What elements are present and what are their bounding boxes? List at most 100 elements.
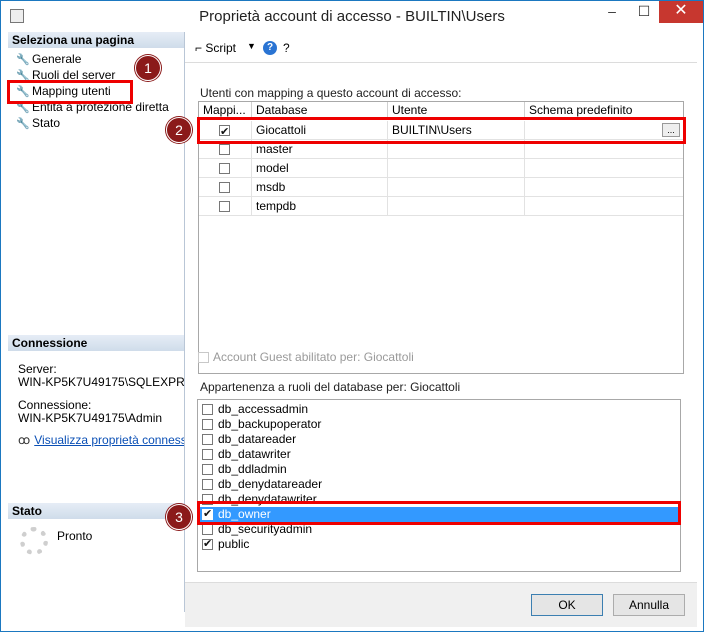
maximize-button[interactable]: ☐ (629, 1, 659, 23)
list-item[interactable]: db_backupoperator (200, 417, 678, 432)
list-item[interactable]: db_datareader (200, 432, 678, 447)
role-checkbox[interactable] (202, 449, 213, 460)
table-row[interactable]: master (199, 140, 683, 159)
role-checkbox[interactable] (202, 434, 213, 445)
role-name: db_securityadmin (218, 522, 313, 536)
view-connection-properties-link[interactable]: Visualizza proprietà connessior (34, 433, 184, 447)
browse-schema-button[interactable]: ... (662, 123, 680, 137)
status-header: Stato (8, 503, 184, 519)
guest-checkbox (198, 352, 209, 364)
role-name: db_owner (218, 507, 271, 521)
mapped-checkbox[interactable] (219, 144, 230, 155)
wrench-icon: 🔧 (16, 54, 30, 66)
wrench-icon: 🔧 (16, 70, 30, 82)
list-item-selected[interactable]: db_owner (200, 507, 678, 522)
user-cell[interactable]: BUILTIN\Users (388, 121, 525, 140)
database-cell: master (252, 140, 388, 159)
mapping-label: Utenti con mapping a questo account di a… (200, 86, 462, 100)
annotation-badge-3: 3 (166, 504, 192, 530)
dialog-button-bar: OK Annulla (185, 582, 697, 627)
database-role-list: db_accessadmin db_backupoperator db_data… (197, 399, 681, 572)
user-cell[interactable] (388, 178, 525, 197)
role-checkbox[interactable] (202, 494, 213, 505)
list-item[interactable]: db_denydatareader (200, 477, 678, 492)
role-checkbox[interactable] (202, 404, 213, 415)
table-row[interactable]: tempdb (199, 197, 683, 216)
script-dropdown-icon[interactable]: ▼ (247, 41, 256, 51)
database-cell: tempdb (252, 197, 388, 216)
mapped-cell (199, 178, 252, 197)
schema-cell[interactable]: ... (525, 121, 683, 140)
list-item[interactable]: public (200, 537, 678, 552)
help-icon[interactable]: ? (263, 41, 277, 55)
annotation-badge-1: 1 (135, 55, 161, 81)
minimize-button[interactable]: – (597, 1, 627, 23)
wrench-icon: 🔧 (16, 102, 30, 114)
role-checkbox[interactable] (202, 537, 213, 552)
sidebar-item-stato[interactable]: 🔧 Stato (16, 115, 60, 131)
role-checkbox[interactable] (202, 479, 213, 490)
schema-cell[interactable] (525, 140, 683, 159)
column-header-schema[interactable]: Schema predefinito (525, 102, 683, 118)
roles-label: Appartenenza a ruoli del database per: G… (200, 380, 461, 394)
status-value: Pronto (57, 529, 93, 543)
sidebar-item-label: Generale (32, 52, 82, 66)
sidebar-item-ruoli-server[interactable]: 🔧 Ruoli del server (16, 67, 115, 83)
column-header-user[interactable]: Utente (388, 102, 525, 118)
role-checkbox[interactable] (202, 524, 213, 535)
mapped-checkbox[interactable] (219, 182, 230, 193)
table-row[interactable]: Giocattoli BUILTIN\Users ... (199, 121, 683, 140)
schema-cell[interactable] (525, 159, 683, 178)
list-item[interactable]: db_securityadmin (200, 522, 678, 537)
mapped-cell (199, 121, 252, 140)
view-connection-properties[interactable]: ꝏ Visualizza proprietà connessior (18, 433, 184, 447)
database-cell: model (252, 159, 388, 178)
role-checkbox[interactable] (202, 507, 213, 522)
database-cell: Giocattoli (252, 121, 388, 140)
list-item[interactable]: db_ddladmin (200, 462, 678, 477)
sidebar-item-label: Stato (32, 116, 61, 130)
sidebar-item-mapping-utenti[interactable]: 🔧 Mapping utenti (16, 83, 111, 99)
role-name: public (218, 537, 250, 551)
guest-label: Account Guest abilitato per: Giocattoli (213, 350, 414, 364)
mapped-checkbox[interactable] (219, 123, 230, 139)
user-cell[interactable] (388, 197, 525, 216)
role-checkbox[interactable] (202, 419, 213, 430)
progress-spinner-icon (20, 527, 48, 555)
select-page-header: Seleziona una pagina (8, 32, 184, 48)
list-item[interactable]: db_denydatawriter (200, 492, 678, 507)
role-name: db_accessadmin (218, 402, 309, 416)
column-header-mapped[interactable]: Mappi... (199, 102, 252, 118)
connection-label: Connessione: (18, 398, 92, 412)
list-item[interactable]: db_datawriter (200, 447, 678, 462)
sidebar-item-generale[interactable]: 🔧 Generale (16, 51, 81, 67)
annotation-badge-2: 2 (166, 117, 192, 143)
connection-header: Connessione (8, 335, 184, 351)
mapped-checkbox[interactable] (219, 201, 230, 212)
ok-button[interactable]: OK (531, 594, 603, 616)
help-label[interactable]: ? (283, 41, 290, 55)
guest-account-option: Account Guest abilitato per: Giocattoli (198, 350, 414, 364)
column-header-database[interactable]: Database (252, 102, 388, 118)
schema-cell[interactable] (525, 178, 683, 197)
mapped-checkbox[interactable] (219, 163, 230, 174)
server-label: Server: (18, 362, 57, 376)
role-checkbox[interactable] (202, 464, 213, 475)
user-cell[interactable] (388, 140, 525, 159)
list-item[interactable]: db_accessadmin (200, 402, 678, 417)
connection-value: WIN-KP5K7U49175\Admin (18, 411, 163, 425)
sidebar: Seleziona una pagina 🔧 Generale 🔧 Ruoli de… (8, 32, 185, 612)
sidebar-item-entita[interactable]: 🔧 Entità a protezione diretta (16, 99, 169, 115)
role-name: db_datawriter (218, 447, 291, 461)
connection-properties-icon: ꝏ (18, 433, 31, 447)
table-row[interactable]: model (199, 159, 683, 178)
user-cell[interactable] (388, 159, 525, 178)
schema-cell[interactable] (525, 197, 683, 216)
table-row[interactable]: msdb (199, 178, 683, 197)
role-name: db_denydatawriter (218, 492, 317, 506)
script-button[interactable]: ⌐ Script (195, 41, 236, 55)
title-bar: Proprietà account di accesso - BUILTIN\U… (1, 1, 703, 31)
mapped-cell (199, 159, 252, 178)
cancel-button[interactable]: Annulla (613, 594, 685, 616)
close-button[interactable]: ✕ (659, 1, 703, 23)
